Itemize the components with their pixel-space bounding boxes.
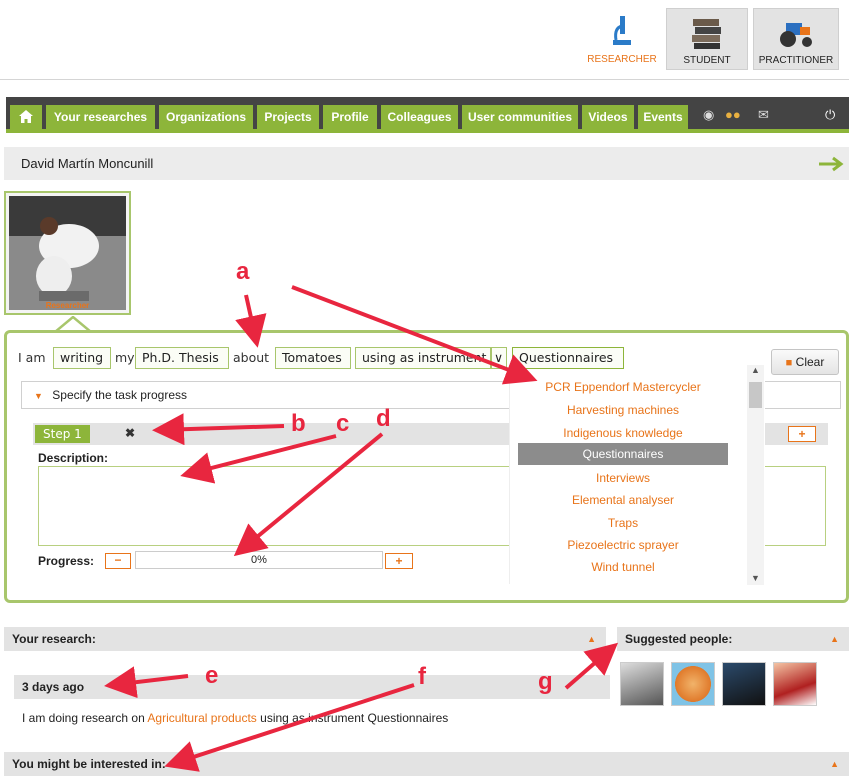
arrow-c [180, 434, 337, 484]
arrow-b [152, 413, 285, 446]
annotation-f: f [418, 663, 426, 690]
arrow-d [233, 432, 384, 557]
arrow-a-to-sentence [235, 294, 267, 348]
arrow-g [564, 642, 619, 690]
arrow-e [104, 666, 189, 699]
arrow-a-to-dropdown [291, 285, 538, 385]
annotation-g: g [538, 668, 553, 695]
annotation-c: c [336, 410, 350, 437]
annotation-a: a [236, 258, 250, 285]
annotation-e: e [205, 662, 219, 689]
arrow-f [164, 683, 415, 772]
annotation-arrows [104, 285, 619, 772]
annotation-b: b [291, 410, 306, 437]
annotation-d: d [376, 405, 391, 432]
